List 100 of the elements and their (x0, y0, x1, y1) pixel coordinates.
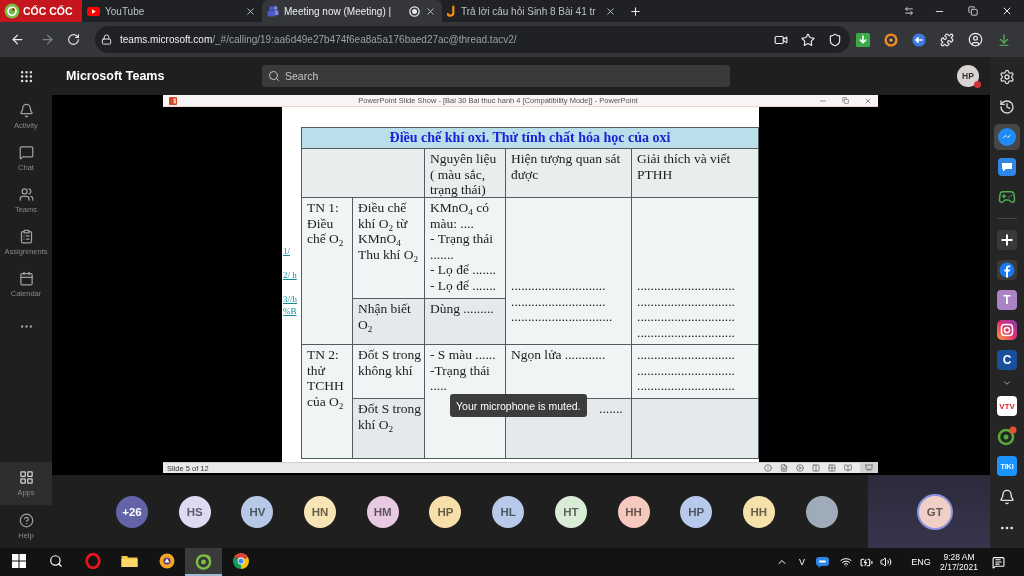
user-avatar[interactable]: HP (957, 65, 979, 87)
help-icon (18, 513, 34, 528)
clipboard-icon (18, 228, 34, 244)
reading-view-icon[interactable] (844, 464, 852, 472)
back-icon[interactable] (9, 32, 25, 47)
cell-text: ............................. (637, 309, 736, 325)
cell-text: Dùng ......... (430, 301, 495, 317)
calendar-icon (18, 270, 34, 286)
chat-bubble-icon (997, 127, 1017, 147)
cell-text: TN 2: thử TCHH của O$_{2}$ (307, 347, 345, 410)
link[interactable]: %B (283, 305, 301, 317)
brand-name: CỐC CỐC (23, 5, 73, 17)
participant-avatar: HP (680, 495, 713, 528)
wifi-icon[interactable] (840, 556, 852, 568)
bell-icon (999, 489, 1015, 505)
browser-tab[interactable]: Meeting now (Meeting) | (262, 0, 442, 22)
close-icon[interactable] (1001, 5, 1013, 17)
new-tab-icon[interactable] (628, 4, 642, 18)
cell-text: Đốt S trong không khí (358, 347, 421, 379)
participant-avatar: HM (366, 495, 399, 528)
link[interactable]: 3//h (283, 293, 301, 305)
facebook-icon (997, 260, 1017, 280)
document-icon (169, 96, 177, 105)
target-icon (195, 552, 212, 570)
close-icon[interactable] (605, 5, 616, 17)
shield-icon[interactable] (828, 32, 842, 47)
logo-icon (4, 3, 20, 19)
app-launcher-icon[interactable] (18, 68, 34, 84)
cell-text: ............................. (637, 378, 736, 394)
volume-icon[interactable] (880, 556, 892, 568)
cell-text: ............................ (511, 293, 607, 310)
chat-bubble-icon[interactable] (815, 556, 829, 568)
history-icon (999, 99, 1015, 115)
close-icon[interactable] (425, 5, 436, 17)
cell-text: Đốt S trong khí O$_{2}$ (358, 401, 421, 433)
ring-icon (84, 553, 101, 569)
cell-text: - Lọ để ....... (430, 277, 497, 294)
keyboard-indicator[interactable]: V (799, 557, 805, 567)
star-icon[interactable] (801, 32, 815, 47)
app-title: Microsoft Teams (65, 69, 166, 83)
participant-avatar: HL (492, 495, 525, 528)
cell-text: - Lọ để ....... (430, 262, 497, 278)
search-icon (268, 70, 280, 82)
puzzle-icon[interactable] (940, 32, 954, 47)
cell-text: Thu khí O$_{2}$ (358, 246, 420, 263)
cell-text: Nhận biết O$_{2}$ (358, 301, 412, 333)
play-icon[interactable] (796, 464, 804, 472)
arrows-icon[interactable] (904, 6, 914, 16)
taskbar-button[interactable] (185, 548, 222, 576)
language-indicator[interactable]: ENG (911, 557, 931, 567)
browser-tab[interactable]: YouTube (82, 0, 262, 22)
sidebar-button[interactable] (994, 317, 1020, 343)
cell-text: ............................. (637, 347, 736, 363)
participant-avatar: GT (916, 493, 953, 530)
cell-text: - S màu ...... (430, 347, 497, 363)
participant-avatar: HN (304, 495, 337, 528)
toast-message: Your microphone is muted. (450, 394, 587, 417)
browser-tab[interactable]: Trả lời câu hỏi Sinh 8 Bài 41 tr (442, 0, 622, 22)
start-icon (11, 554, 26, 568)
link[interactable]: 2/ h (283, 269, 301, 281)
profile-icon[interactable] (968, 32, 983, 47)
arrow-circle-icon[interactable] (912, 32, 926, 47)
browser-icon (158, 553, 175, 569)
clock[interactable]: 9:28 AM 2/17/2021 (934, 548, 984, 576)
cell-text: ............................. (637, 362, 736, 379)
hook-icon (447, 5, 456, 17)
brand-tab[interactable]: CỐC CỐC (0, 0, 82, 22)
link[interactable]: 1/ (283, 245, 301, 257)
people-icon (267, 5, 279, 17)
settings-icon (999, 69, 1015, 85)
people-icon (18, 186, 34, 202)
ring-icon[interactable] (884, 32, 898, 47)
close-icon[interactable] (245, 5, 256, 17)
download-icon[interactable] (997, 32, 1011, 47)
notes-icon[interactable] (780, 464, 788, 472)
sidebar-button[interactable] (994, 227, 1020, 253)
address-field[interactable]: teams.microsoft.com/_#/calling/19:aa6d49e27b474f6ea8a5a176baed27ac@thread.tacv2/ (95, 26, 850, 53)
cell-text: ............................. (637, 293, 736, 310)
cell-text: KMnO$_{4}$ có màu: .... (430, 200, 490, 232)
folder-icon (121, 554, 138, 568)
chat-icon (18, 144, 34, 160)
lock-icon (101, 34, 112, 45)
cell-text: .............................. (511, 309, 614, 325)
search-icon (48, 554, 63, 568)
participant-avatar: HT (554, 495, 587, 528)
info-icon[interactable] (764, 464, 772, 472)
participant-avatar: HS (178, 495, 211, 528)
participant-avatar: HH (742, 495, 775, 528)
search-field[interactable]: Search (262, 65, 730, 87)
restore-icon[interactable] (968, 6, 978, 16)
participant-avatar: HH (617, 495, 650, 528)
notifications-icon[interactable] (991, 555, 1005, 569)
participant-count[interactable]: +26 (116, 495, 148, 528)
download-icon[interactable] (856, 32, 870, 47)
forward-icon[interactable] (39, 32, 55, 47)
sidebar-button[interactable] (994, 257, 1020, 283)
reload-icon[interactable] (67, 33, 80, 46)
target-icon (997, 426, 1017, 446)
caret-icon (1002, 378, 1012, 388)
cell-text: - Trạng thái ....... (430, 231, 494, 263)
